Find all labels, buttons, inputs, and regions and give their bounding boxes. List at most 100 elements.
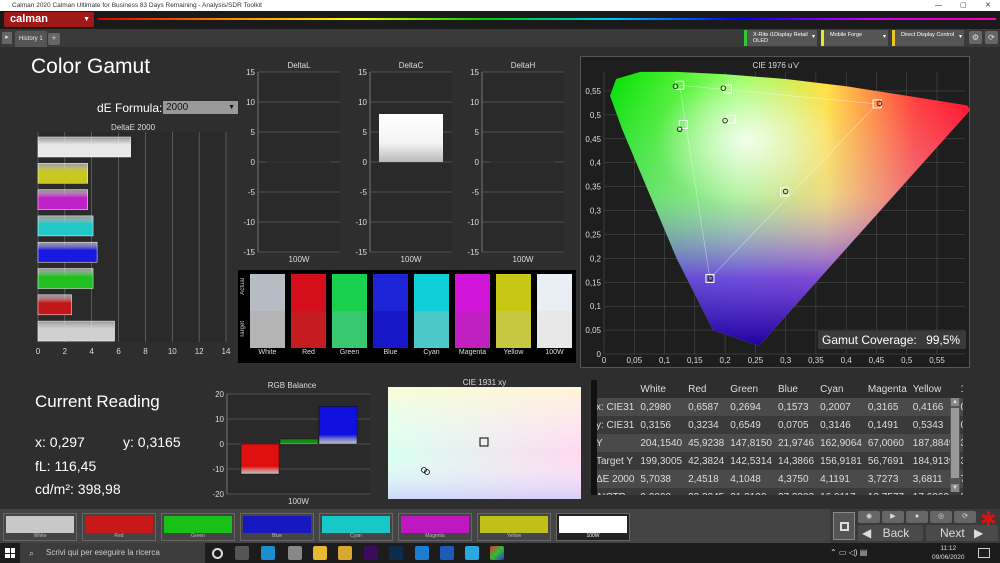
store-icon[interactable] xyxy=(313,546,327,560)
minimize-icon[interactable]: — xyxy=(935,0,942,11)
row-label: ΔE 2000 xyxy=(593,470,638,488)
delta-tick-label: 5 xyxy=(363,128,368,137)
sync-icon[interactable]: ⟳ xyxy=(985,31,998,44)
deltae-tick-label: 2 xyxy=(63,347,68,356)
table-scrollbar[interactable]: ▲ ▼ xyxy=(950,398,960,492)
cortana-icon[interactable] xyxy=(212,548,223,559)
tab-history-1[interactable]: History 1 xyxy=(15,31,47,47)
delta-tick-label: 15 xyxy=(470,68,479,77)
table-cell: 21,9746 xyxy=(774,434,818,452)
table-cell: 0,2007 xyxy=(817,398,865,416)
taskbar-search[interactable]: ⌕ Scrivi qui per eseguire la ricerca xyxy=(20,543,205,563)
delta-tick-label: -5 xyxy=(472,188,480,197)
patch-color xyxy=(85,516,153,533)
view-icon[interactable]: ◎ xyxy=(930,511,952,523)
maximize-icon[interactable]: ▢ xyxy=(960,0,967,11)
browser-icon[interactable] xyxy=(415,546,429,560)
gamut-coverage: Gamut Coverage: 99,5% xyxy=(818,331,966,349)
windows-start-icon[interactable] xyxy=(5,548,15,558)
cie1976-chart: 0 0,05 0,1 0,15 0,2 0,25 0,3 0,35 0,4 0,45 0,5 0,55… xyxy=(585,71,970,365)
table-cell: 0,6587 xyxy=(685,398,728,416)
back-button[interactable]: ◀ Back xyxy=(858,525,923,541)
patch-blue[interactable]: Blue xyxy=(240,513,314,541)
chevron-down-icon: ▾ xyxy=(958,34,962,40)
reading-cdm2: cd/m²: 398,98 xyxy=(35,481,121,497)
calman-taskbar-icon[interactable] xyxy=(490,546,504,560)
deltae-bar xyxy=(37,163,88,184)
stop-button[interactable] xyxy=(833,512,855,540)
device-direct-display[interactable]: Direct Display Control ▾ xyxy=(892,30,964,46)
patch-magenta[interactable]: Magenta xyxy=(398,513,472,541)
device-mobile-forge[interactable]: Mobile Forge ▾ xyxy=(821,30,888,46)
word-icon[interactable] xyxy=(440,546,454,560)
patch-label: 100W xyxy=(586,533,600,539)
swatch-100w: 100W xyxy=(537,274,572,359)
taskbar-clock[interactable]: 11:12 09/06/2020 xyxy=(932,543,965,562)
edge-icon[interactable] xyxy=(261,546,275,560)
column-header: Green xyxy=(727,380,775,398)
patch-100w[interactable]: 100W xyxy=(556,513,630,541)
delta-tick-label: -10 xyxy=(467,218,479,227)
deltae-bar xyxy=(37,241,98,263)
de-formula-select[interactable]: 2000 ▼ xyxy=(163,101,238,114)
column-header: Blue xyxy=(774,380,818,398)
back-label: Back xyxy=(882,526,910,540)
calman-logo-menu[interactable]: calman ▼ xyxy=(4,12,94,27)
edge-legacy-icon[interactable] xyxy=(288,546,302,560)
table-cell: 0,0705 xyxy=(774,416,818,434)
tab-label: History 1 xyxy=(19,36,43,42)
telegram-icon[interactable] xyxy=(465,546,479,560)
de-formula-value: 2000 xyxy=(166,102,189,113)
table-row: Target Y 199,3005 42,3824 142,5314 14,3866 15… xyxy=(593,452,963,470)
cie-y-tick: 0,45 xyxy=(585,135,601,144)
patch-cyan[interactable]: Cyan xyxy=(319,513,393,541)
swatch-label: 100W xyxy=(545,349,564,356)
swatch-label: Magenta xyxy=(458,349,487,356)
table-cell: 0,6549 xyxy=(727,416,775,434)
delta-tick-label: -15 xyxy=(243,248,255,257)
target-label: Target xyxy=(240,321,246,338)
settings-icon[interactable]: ⚙ xyxy=(969,31,982,44)
loop-icon[interactable]: ⟳ xyxy=(954,511,976,523)
column-header: Red xyxy=(685,380,728,398)
swatch-magenta: Magenta xyxy=(455,274,490,359)
table-cell: 0,1491 xyxy=(864,416,910,434)
patch-yellow[interactable]: Yellow xyxy=(477,513,551,541)
play-icon[interactable]: ▶ xyxy=(882,511,904,523)
swatch-yellow: Yellow xyxy=(496,274,531,359)
row-label: x: CIE31 xyxy=(593,398,638,416)
table-cell: 162,9064 xyxy=(817,434,865,452)
delta-tick-label: 0 xyxy=(475,158,480,167)
close-icon[interactable]: ✕ xyxy=(985,0,991,11)
table-cell: 22,3245 xyxy=(685,488,728,495)
next-button[interactable]: Next ▶ xyxy=(926,525,998,541)
notifications-icon[interactable] xyxy=(978,548,990,558)
task-view-icon[interactable] xyxy=(235,546,249,560)
cie-x-tick: 0,05 xyxy=(626,356,642,365)
patch-red[interactable]: Red xyxy=(82,513,156,541)
target-swatch xyxy=(496,311,531,348)
patch-white[interactable]: White xyxy=(3,513,77,541)
scroll-down-icon[interactable]: ▼ xyxy=(951,484,959,492)
add-tab-button[interactable]: + xyxy=(48,33,60,45)
scroll-up-icon[interactable]: ▲ xyxy=(951,398,959,406)
table-cell: 4,3750 xyxy=(774,470,818,488)
swatch-green: Green xyxy=(332,274,367,359)
file-explorer-icon[interactable] xyxy=(338,546,352,560)
cie-y-tick: 0,35 xyxy=(585,183,601,192)
record-icon[interactable]: ● xyxy=(906,511,928,523)
table-cell: 67,0060 xyxy=(864,434,910,452)
premiere-icon[interactable] xyxy=(364,546,378,560)
cie-y-tick: 0,2 xyxy=(590,254,602,263)
photoshop-icon[interactable] xyxy=(389,546,403,560)
table-row: Y 204,1540 45,9238 147,8150 21,9746 162,9064 6… xyxy=(593,434,963,452)
patch-color xyxy=(401,516,469,533)
sidebar-toggle-icon[interactable]: ▸ xyxy=(2,32,12,44)
rgb-bar-b xyxy=(318,406,358,445)
meter-icon[interactable]: ◉ xyxy=(858,511,880,523)
scrollbar-thumb[interactable] xyxy=(951,408,959,478)
system-tray-icons[interactable]: ⌃ ▭ ◁) ▤ xyxy=(830,548,867,557)
patch-green[interactable]: Green xyxy=(161,513,235,541)
device-xrite[interactable]: X-Rite i1Display Retail OLED ▾ xyxy=(744,30,817,46)
deltae-tick-label: 14 xyxy=(222,347,231,356)
